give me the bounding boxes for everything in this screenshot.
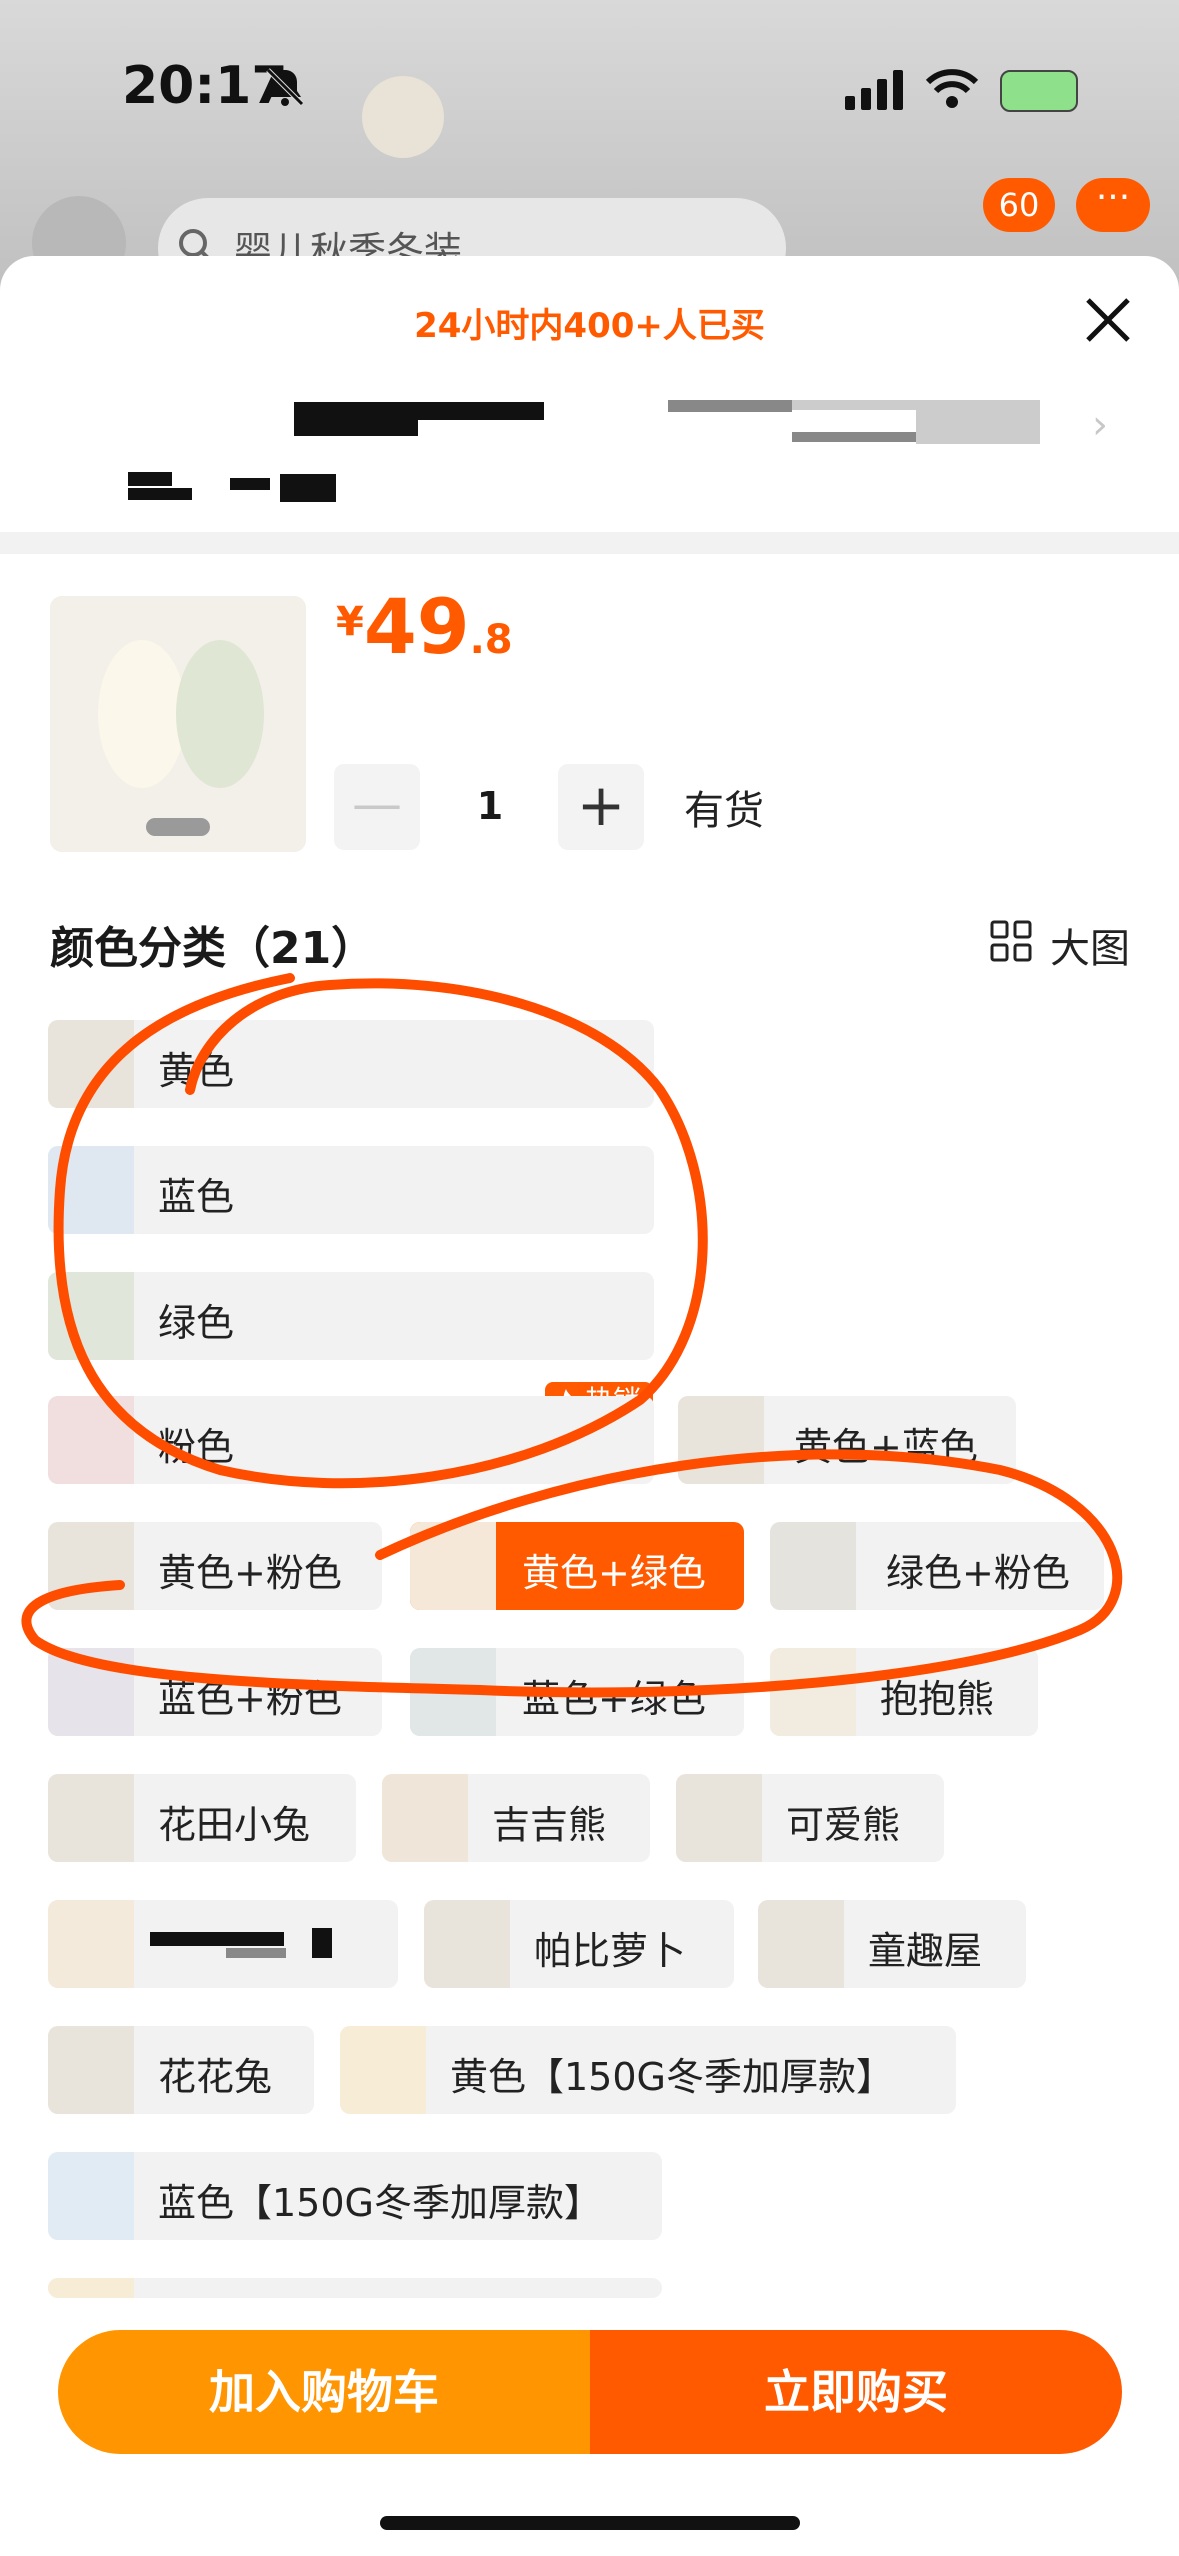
option-image (48, 1272, 134, 1360)
option-yellow-green[interactable]: 黄色+绿色 (410, 1522, 744, 1610)
option-blue-pink[interactable]: 蓝色+粉色 (48, 1648, 382, 1736)
option-blue-green[interactable]: 蓝色+绿色 (410, 1648, 744, 1736)
section-divider (0, 532, 1179, 554)
cart-count-badge[interactable]: 60 (983, 178, 1055, 232)
option-flower-rabbit[interactable]: 花花兔 (48, 2026, 314, 2114)
option-image (770, 1522, 856, 1610)
option-label: 花田小兔 (158, 1803, 311, 1847)
option-image (48, 2278, 134, 2298)
option-yellow-blue[interactable]: 黄色+蓝色 (678, 1396, 1016, 1484)
baby-romper-image (50, 596, 306, 852)
option-label: 粉色 (158, 1425, 235, 1469)
wifi-icon (925, 69, 979, 108)
buy-now-button[interactable]: 立即购买 (590, 2330, 1122, 2454)
option-image (410, 1522, 496, 1610)
option-image (48, 1146, 134, 1234)
option-flower-bunny[interactable]: 花田小兔 (48, 1774, 356, 1862)
option-yellow-thick[interactable]: 黄色【150G冬季加厚款】 (340, 2026, 956, 2114)
grid-icon[interactable] (990, 920, 1032, 962)
option-label: 抱抱熊 (880, 1677, 995, 1721)
big-image-label[interactable]: 大图 (1050, 916, 1130, 974)
close-icon[interactable] (1080, 292, 1136, 348)
option-image (770, 1648, 856, 1736)
chevron-right-icon[interactable]: › (1092, 402, 1108, 448)
option-green[interactable]: 绿色 (48, 1272, 654, 1360)
option-image (410, 1648, 496, 1736)
option-blue[interactable]: 蓝色 (48, 1146, 654, 1234)
quantity-decrease-button[interactable]: — (334, 764, 420, 850)
option-label: 帕比萝卜 (534, 1929, 687, 1973)
option-label: 绿色+粉色 (886, 1551, 1070, 1595)
status-bar: 20:17 (0, 0, 1179, 170)
option-label: 花花兔 (158, 2055, 273, 2099)
price-currency: ¥ (336, 599, 364, 645)
option-label: 黄色 (158, 1049, 235, 1093)
price: ¥49.8 (336, 582, 513, 671)
bottom-action-bar: 加入购物车 立即购买 (58, 2330, 1122, 2454)
option-label: 黄色【150G冬季加厚款】 (450, 2055, 894, 2099)
option-fun-house[interactable]: 童趣屋 (758, 1900, 1026, 1988)
option-image (678, 1396, 764, 1484)
option-image (758, 1900, 844, 1988)
price-integer: 49 (363, 582, 470, 671)
option-image (340, 2026, 426, 2114)
option-image (48, 1396, 134, 1484)
option-hug-bear[interactable]: 抱抱熊 (770, 1648, 1038, 1736)
bell-muted-icon (266, 68, 304, 106)
quantity-increase-button[interactable]: + (558, 764, 644, 850)
more-button[interactable]: ··· (1076, 178, 1150, 232)
sku-selection-sheet: 24小时内400+人已买 › ¥49.8 — 1 + 有货 颜色分类（21） 大… (0, 256, 1179, 2556)
option-label: 蓝色+粉色 (158, 1677, 342, 1721)
option-jiji-bear[interactable]: 吉吉熊 (382, 1774, 650, 1862)
option-cute-bear[interactable]: 可爱熊 (676, 1774, 944, 1862)
option-partial[interactable] (48, 2278, 662, 2298)
price-decimal: .8 (469, 617, 513, 663)
option-image (48, 1774, 134, 1862)
quantity-value[interactable]: 1 (420, 784, 560, 828)
option-green-pink[interactable]: 绿色+粉色 (770, 1522, 1104, 1610)
option-yellow-pink[interactable]: 黄色+粉色 (48, 1522, 382, 1610)
option-label: 童趣屋 (868, 1929, 983, 1973)
option-image (48, 1900, 134, 1988)
option-pink[interactable]: 粉色 (48, 1396, 654, 1484)
option-label: 黄色+绿色 (522, 1551, 706, 1595)
option-image (676, 1774, 762, 1862)
option-image (424, 1900, 510, 1988)
koala-icon (362, 76, 444, 158)
stock-status: 有货 (684, 788, 764, 834)
option-label: 可爱熊 (786, 1803, 901, 1847)
option-redacted[interactable] (48, 1900, 398, 1988)
color-category-title: 颜色分类（21） (50, 923, 376, 974)
option-label: 黄色+粉色 (158, 1551, 342, 1595)
home-indicator[interactable] (380, 2516, 800, 2530)
option-label: 蓝色+绿色 (522, 1677, 706, 1721)
option-image (48, 1648, 134, 1736)
purchase-banner: 24小时内400+人已买 (414, 306, 765, 346)
option-image (48, 1522, 134, 1610)
option-label: 吉吉熊 (492, 1803, 607, 1847)
cellular-signal-icon (845, 70, 903, 110)
add-to-cart-button[interactable]: 加入购物车 (58, 2330, 590, 2454)
option-blue-thick[interactable]: 蓝色【150G冬季加厚款】 (48, 2152, 662, 2240)
option-label: 蓝色 (158, 1175, 235, 1219)
option-label: 绿色 (158, 1301, 235, 1345)
option-label: 黄色+蓝色 (794, 1425, 978, 1469)
option-image (48, 2026, 134, 2114)
option-image (382, 1774, 468, 1862)
option-image (48, 2152, 134, 2240)
option-label: 蓝色【150G冬季加厚款】 (158, 2181, 602, 2225)
option-yellow[interactable]: 黄色 (48, 1020, 654, 1108)
battery-icon (1000, 70, 1078, 112)
product-thumbnail[interactable] (50, 596, 306, 852)
option-pabi-radish[interactable]: 帕比萝卜 (424, 1900, 734, 1988)
option-image (48, 1020, 134, 1108)
